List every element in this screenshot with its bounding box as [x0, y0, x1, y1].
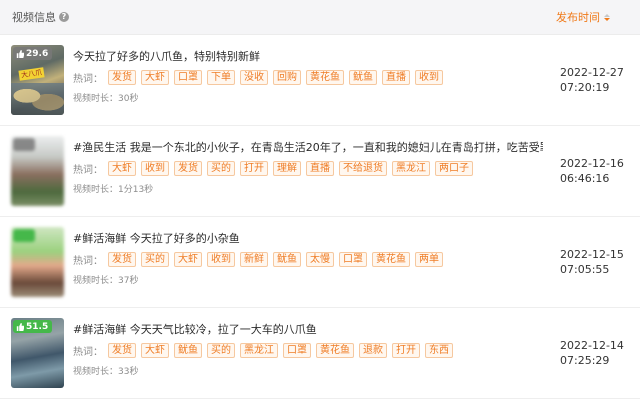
- publish-time: 07:25:29: [560, 354, 610, 367]
- hot-words-label: 热词：: [73, 74, 103, 85]
- hot-word-tag[interactable]: 两口子: [435, 161, 473, 176]
- publish-datetime: 2022-12-14 07:25:29: [560, 308, 624, 398]
- hot-word-tag[interactable]: 下单: [207, 70, 235, 85]
- likes-badge: [13, 229, 35, 242]
- hot-words: 热词： 大虾 收到 发货 买的 打开 理解 直播 不给退货 黑龙江 两口子: [73, 161, 543, 176]
- hot-word-tag[interactable]: 打开: [240, 161, 268, 176]
- hot-words: 热词： 发货 大虾 鱿鱼 买的 黑龙江 口罩 黄花鱼 退款 打开 东西: [73, 343, 543, 358]
- publish-datetime: 2022-12-15 07:05:55: [560, 217, 624, 307]
- hot-word-tag[interactable]: 不给退货: [339, 161, 387, 176]
- hot-word-tag[interactable]: 发货: [108, 343, 136, 358]
- hot-word-tag[interactable]: 退款: [359, 343, 387, 358]
- hot-word-tag[interactable]: 发货: [108, 70, 136, 85]
- hot-word-tag[interactable]: 打开: [392, 343, 420, 358]
- publish-date: 2022-12-15: [560, 248, 624, 261]
- hot-words: 热词： 发货 买的 大虾 收到 新鲜 鱿鱼 太慢 口罩 黄花鱼 两单: [73, 252, 543, 267]
- sort-icon: [604, 13, 610, 21]
- video-thumbnail[interactable]: [11, 227, 64, 297]
- hot-word-tag[interactable]: 买的: [141, 252, 169, 267]
- hot-word-tag[interactable]: 回购: [273, 70, 301, 85]
- hot-word-tag[interactable]: 直播: [382, 70, 410, 85]
- hot-word-tag[interactable]: 直播: [306, 161, 334, 176]
- hot-word-tag[interactable]: 大虾: [174, 252, 202, 267]
- hot-word-tag[interactable]: 太慢: [306, 252, 334, 267]
- hot-word-tag[interactable]: 两单: [415, 252, 443, 267]
- hot-word-tag[interactable]: 收到: [415, 70, 443, 85]
- hot-word-tag[interactable]: 口罩: [174, 70, 202, 85]
- video-info-label: 视频信息: [12, 11, 56, 24]
- table-header: 视频信息 ? 发布时间: [0, 0, 640, 35]
- hot-word-tag[interactable]: 没收: [240, 70, 268, 85]
- table-row[interactable]: #渔民生活 我是一个东北的小伙子，在青岛生活20年了，一直和我的媳妇儿在青岛打拼…: [0, 126, 640, 217]
- thumbnail-caption: 大八爪: [18, 67, 45, 81]
- publish-time-sort-button[interactable]: 发布时间: [556, 9, 610, 25]
- video-title[interactable]: 今天拉了好多的八爪鱼，特别特别新鲜: [73, 49, 543, 65]
- hot-words: 热词： 发货 大虾 口罩 下单 没收 回购 黄花鱼 鱿鱼 直播 收到: [73, 70, 543, 85]
- hot-word-tag[interactable]: 鱿鱼: [174, 343, 202, 358]
- hot-word-tag[interactable]: 黑龙江: [240, 343, 278, 358]
- hot-word-tag[interactable]: 黄花鱼: [372, 252, 410, 267]
- hot-word-tag[interactable]: 发货: [174, 161, 202, 176]
- video-thumbnail[interactable]: [11, 136, 64, 206]
- hot-word-tag[interactable]: 黑龙江: [392, 161, 430, 176]
- hot-word-tag[interactable]: 黄花鱼: [306, 70, 344, 85]
- hot-word-tag[interactable]: 鱿鱼: [273, 252, 301, 267]
- publish-time: 06:46:16: [560, 172, 610, 185]
- publish-time-label: 发布时间: [556, 11, 600, 24]
- publish-datetime: 2022-12-16 06:46:16: [560, 126, 624, 216]
- video-title[interactable]: #鲜活海鲜 今天天气比较冷，拉了一大车的八爪鱼: [73, 322, 543, 338]
- table-row[interactable]: 51.5 #鲜活海鲜 今天天气比较冷，拉了一大车的八爪鱼 热词： 发货 大虾 鱿…: [0, 308, 640, 399]
- video-duration: 视频时长：30秒: [73, 94, 139, 104]
- hot-word-tag[interactable]: 鱿鱼: [349, 70, 377, 85]
- likes-count: 51.5: [26, 321, 49, 332]
- hot-word-tag[interactable]: 大虾: [108, 161, 136, 176]
- publish-date: 2022-12-27: [560, 66, 624, 79]
- hot-word-tag[interactable]: 买的: [207, 161, 235, 176]
- likes-badge: 51.5: [13, 320, 53, 333]
- video-duration: 视频时长：1分13秒: [73, 185, 154, 195]
- help-icon[interactable]: ?: [59, 12, 69, 22]
- hot-word-tag[interactable]: 理解: [273, 161, 301, 176]
- video-title[interactable]: #鲜活海鲜 今天拉了好多的小杂鱼: [73, 231, 543, 247]
- likes-badge: [13, 138, 35, 151]
- hot-word-tag[interactable]: 黄花鱼: [316, 343, 354, 358]
- thumbs-up-icon: [16, 322, 24, 331]
- hot-word-tag[interactable]: 收到: [207, 252, 235, 267]
- hot-word-tag[interactable]: 口罩: [283, 343, 311, 358]
- video-title[interactable]: #渔民生活 我是一个东北的小伙子，在青岛生活20年了，一直和我的媳妇儿在青岛打拼…: [73, 140, 543, 156]
- hot-word-tag[interactable]: 大虾: [141, 70, 169, 85]
- publish-date: 2022-12-14: [560, 339, 624, 352]
- likes-count: 29.6: [26, 48, 49, 59]
- hot-words-label: 热词：: [73, 347, 103, 358]
- hot-word-tag[interactable]: 买的: [207, 343, 235, 358]
- publish-time: 07:20:19: [560, 81, 610, 94]
- hot-word-tag[interactable]: 口罩: [339, 252, 367, 267]
- publish-date: 2022-12-16: [560, 157, 624, 170]
- likes-badge: 29.6: [13, 47, 53, 60]
- hot-words-label: 热词：: [73, 256, 103, 267]
- video-duration: 视频时长：33秒: [73, 367, 139, 377]
- table-row[interactable]: #鲜活海鲜 今天拉了好多的小杂鱼 热词： 发货 买的 大虾 收到 新鲜 鱿鱼 太…: [0, 217, 640, 308]
- video-thumbnail[interactable]: 51.5: [11, 318, 64, 388]
- hot-word-tag[interactable]: 大虾: [141, 343, 169, 358]
- table-row[interactable]: 29.6 大八爪 今天拉了好多的八爪鱼，特别特别新鲜 热词： 发货 大虾 口罩 …: [0, 35, 640, 126]
- video-duration: 视频时长：37秒: [73, 276, 139, 286]
- hot-word-tag[interactable]: 东西: [425, 343, 453, 358]
- hot-word-tag[interactable]: 发货: [108, 252, 136, 267]
- hot-words-label: 热词：: [73, 165, 103, 176]
- video-thumbnail[interactable]: 29.6 大八爪: [11, 45, 64, 115]
- thumbs-up-icon: [16, 49, 24, 58]
- publish-datetime: 2022-12-27 07:20:19: [560, 35, 624, 125]
- hot-word-tag[interactable]: 新鲜: [240, 252, 268, 267]
- publish-time: 07:05:55: [560, 263, 610, 276]
- video-info-column-header: 视频信息 ?: [12, 9, 69, 25]
- hot-word-tag[interactable]: 收到: [141, 161, 169, 176]
